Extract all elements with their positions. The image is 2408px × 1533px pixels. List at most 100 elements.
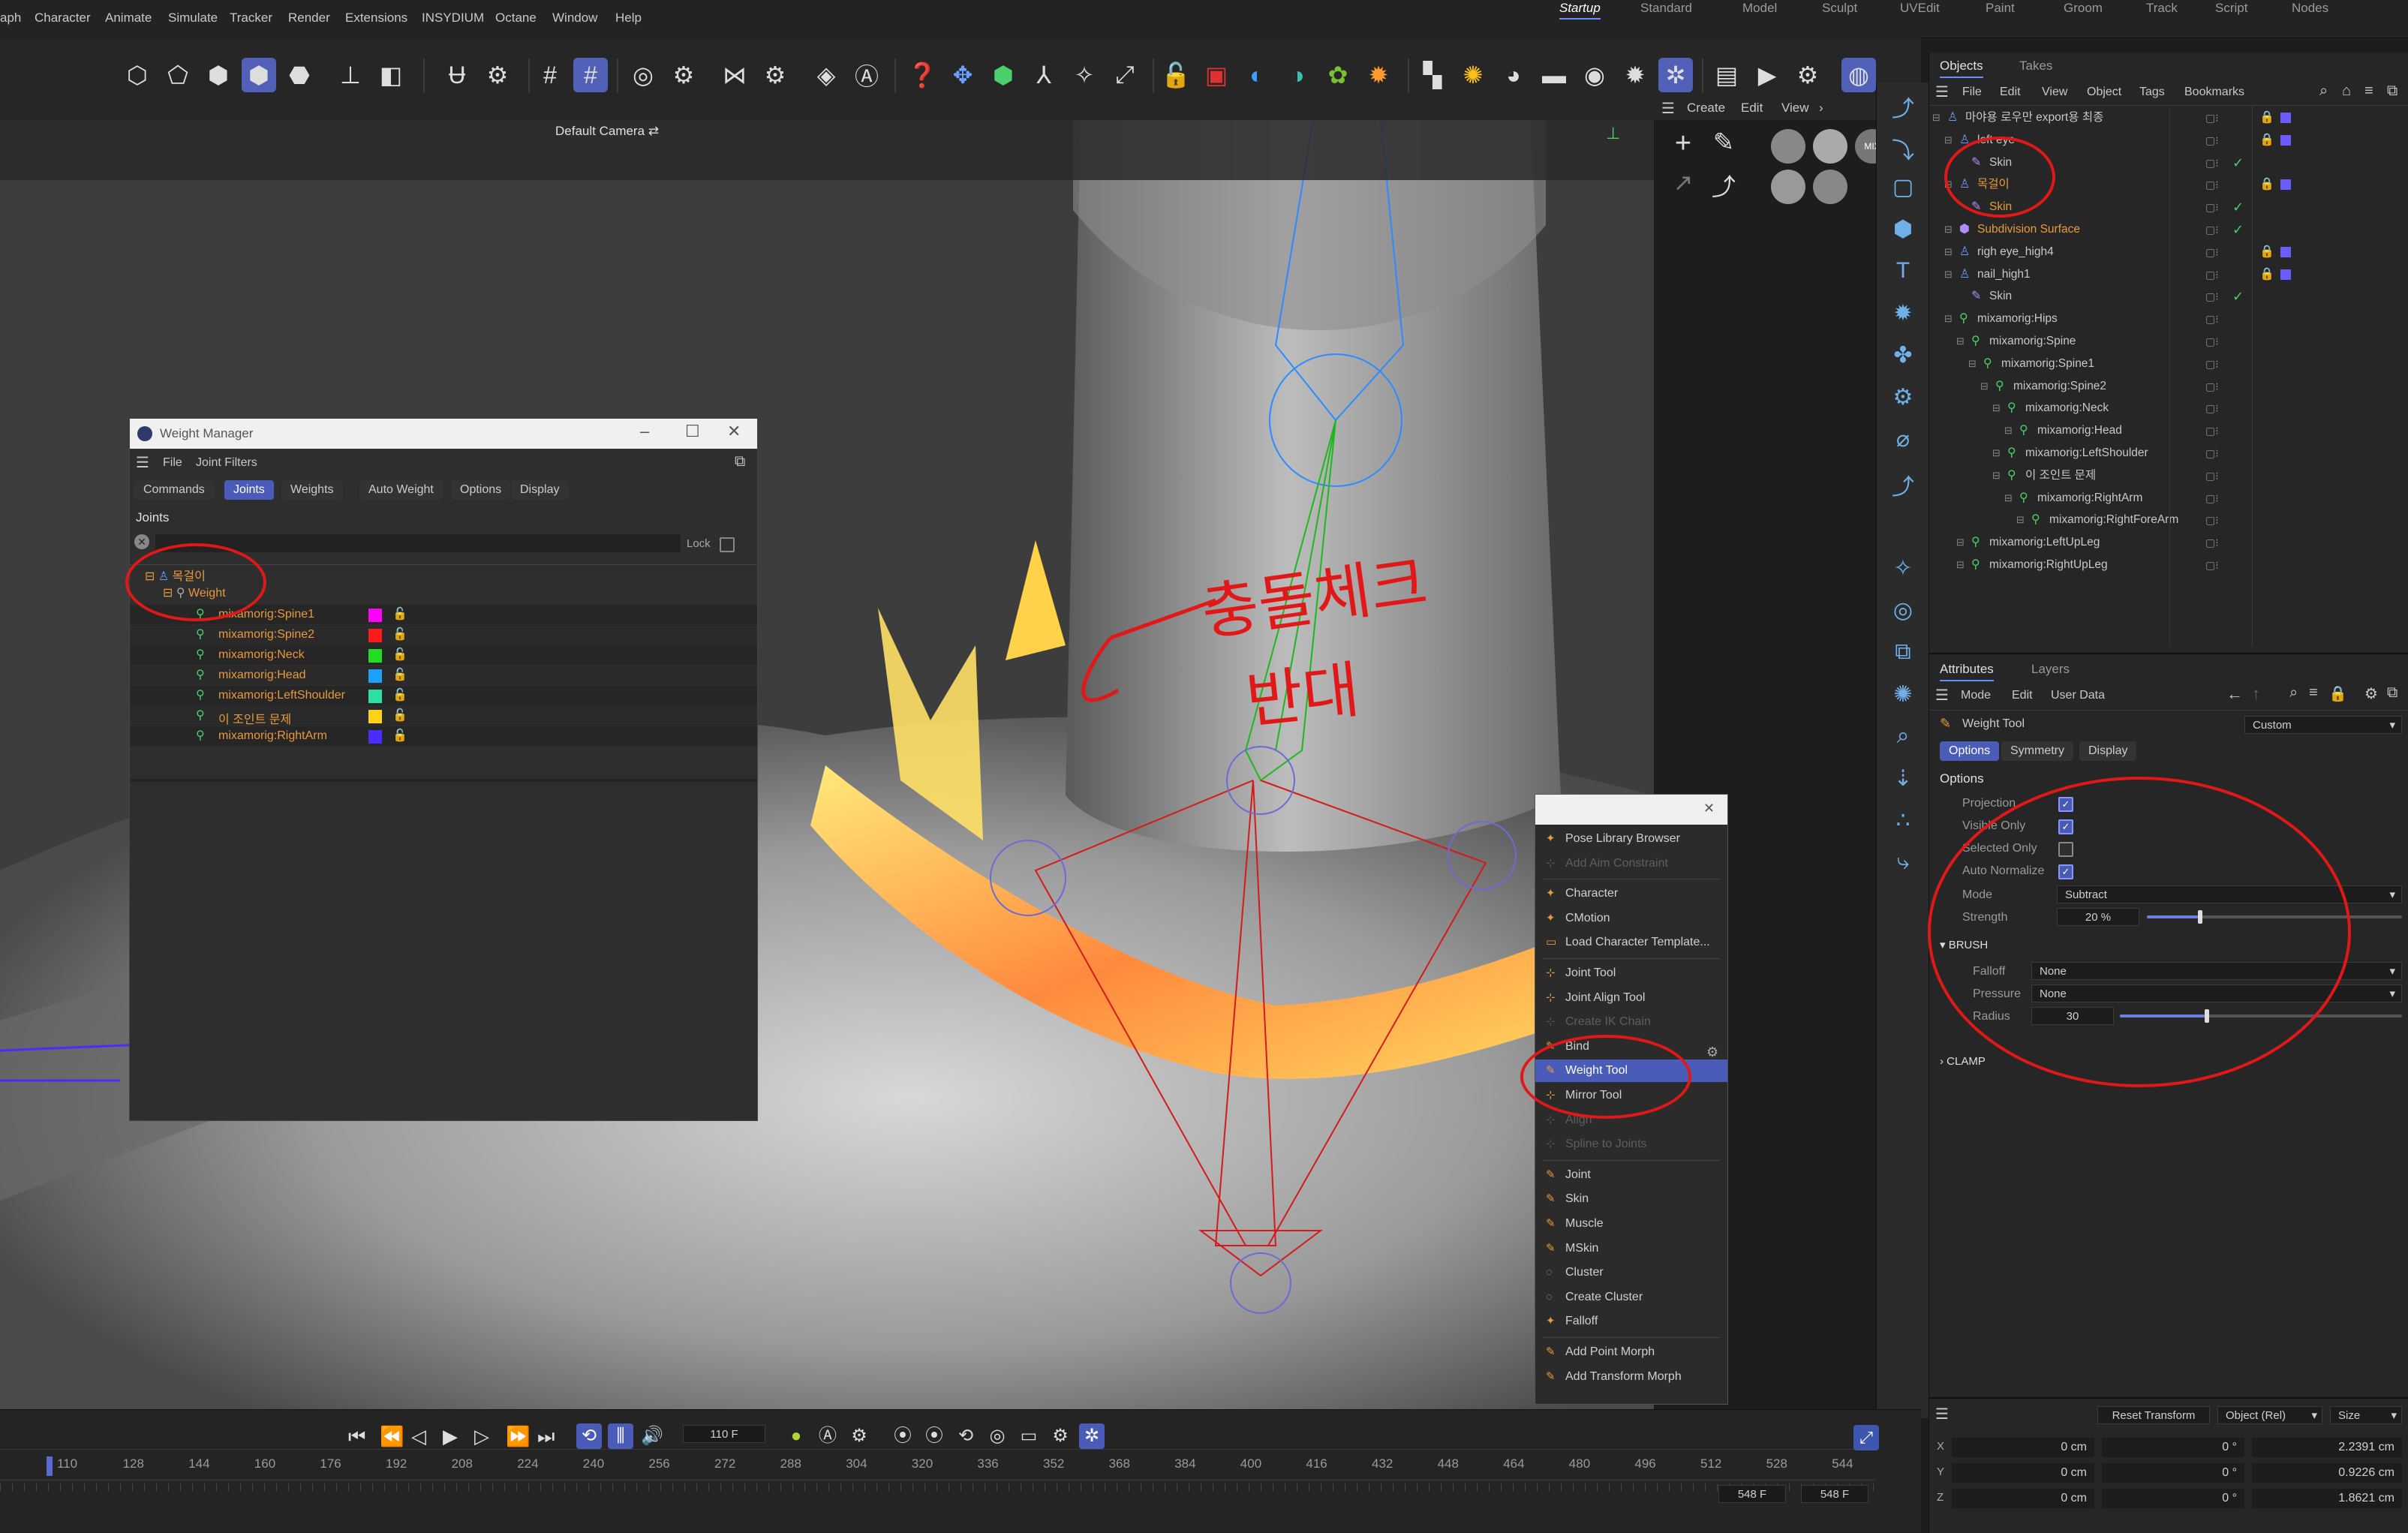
- visibility-toggle[interactable]: ▢⁝: [2205, 353, 2219, 375]
- undock-icon[interactable]: ⧉: [2387, 83, 2397, 100]
- object-mode-icon[interactable]: ⬢: [242, 58, 276, 92]
- polygon-mode-icon[interactable]: ⬢: [201, 58, 236, 92]
- material-tag-icon[interactable]: [2280, 269, 2291, 280]
- interactive-render-icon[interactable]: ◍: [1841, 58, 1876, 92]
- render-region-icon[interactable]: ▤: [1709, 58, 1744, 92]
- menu-item-cmotion[interactable]: ✦ CMotion: [1535, 907, 1727, 930]
- key-point-icon[interactable]: ⚙: [1048, 1423, 1073, 1449]
- object-mode-sidebar-icon[interactable]: ⬢: [1887, 216, 1919, 248]
- objects-menu-tags[interactable]: Tags: [2139, 86, 2165, 99]
- wm-menu-joint-filters[interactable]: Joint Filters: [196, 456, 257, 470]
- bend-icon[interactable]: ⅄: [1027, 58, 1061, 92]
- workplane-settings-icon[interactable]: ⚙: [666, 58, 701, 92]
- objects-menu-file[interactable]: File: [1962, 86, 1982, 99]
- add-icon[interactable]: +: [1663, 128, 1703, 168]
- expand-icon[interactable]: ⊟: [1968, 353, 1977, 375]
- camera-icon[interactable]: ▣: [1199, 58, 1234, 92]
- menu-item-mskin[interactable]: ✎ MSkin: [1535, 1237, 1727, 1260]
- object-row[interactable]: ⊟ ⬢ Subdivision Surface ▢⁝ ✓: [1929, 218, 2408, 241]
- edge-mode-icon[interactable]: ⬠: [161, 58, 195, 92]
- axis-icon[interactable]: ⊥: [333, 58, 368, 92]
- attr-menu-mode[interactable]: Mode: [1961, 689, 1991, 702]
- lock-icon[interactable]: 🔓: [392, 606, 407, 621]
- up-arrow-icon[interactable]: ↑: [2252, 684, 2260, 704]
- ik-icon[interactable]: ↗: [1663, 168, 1703, 209]
- enabled-check-icon[interactable]: ✓: [2232, 285, 2244, 308]
- visibility-toggle[interactable]: ▢⁝: [2205, 308, 2219, 330]
- spotlight-icon[interactable]: ◕: [1496, 58, 1531, 92]
- camera-sidebar-icon[interactable]: ⧉: [1887, 639, 1919, 671]
- scatter-icon[interactable]: ✧: [1067, 58, 1102, 92]
- position-field[interactable]: 0 cm: [1952, 1463, 2094, 1483]
- wm-tab-display[interactable]: Display: [511, 480, 569, 500]
- object-row[interactable]: ⊟ ⚲ mixamorig:Spine1 ▢⁝: [1929, 353, 2408, 375]
- object-row[interactable]: ⊟ ⚲ mixamorig:Spine2 ▢⁝: [1929, 375, 2408, 398]
- weight-paint-icon[interactable]: ✲: [1658, 58, 1693, 92]
- material-sphere-icon[interactable]: [1771, 129, 1805, 164]
- visibility-toggle[interactable]: ▢⁝: [2205, 285, 2219, 308]
- polygons-mode-icon[interactable]: ▢: [1887, 174, 1919, 206]
- visibility-toggle[interactable]: ▢⁝: [2205, 442, 2219, 464]
- enabled-check-icon[interactable]: ✓: [2232, 152, 2244, 174]
- uv-mode-icon[interactable]: ⬣: [282, 58, 317, 92]
- prev-key-icon[interactable]: ⏪: [380, 1425, 404, 1448]
- symmetry-icon[interactable]: ⋈: [717, 58, 752, 92]
- clear-search-icon[interactable]: ✕: [134, 534, 149, 549]
- menu-9[interactable]: Window: [552, 11, 597, 26]
- size-field[interactable]: 0.9226 cm: [2252, 1463, 2402, 1483]
- enabled-check-icon[interactable]: ✓: [2232, 218, 2244, 241]
- tab-layers[interactable]: Layers: [2031, 662, 2070, 677]
- key-pla-icon[interactable]: ▭: [1016, 1423, 1042, 1449]
- record-icon[interactable]: ●: [783, 1423, 809, 1449]
- wm-joint-row[interactable]: ⚲ mixamorig:LeftShoulder 🔓: [130, 686, 757, 705]
- wm-tab-auto-weight[interactable]: Auto Weight: [359, 480, 443, 500]
- points-mode-icon[interactable]: ⤴: [1887, 90, 1919, 122]
- light-sidebar-icon[interactable]: ✺: [1887, 681, 1919, 713]
- layout-tab-2[interactable]: Model: [1742, 0, 1777, 18]
- visibility-toggle[interactable]: ▢⁝: [2205, 397, 2219, 419]
- lock-icon[interactable]: 🔓: [392, 708, 407, 723]
- attr-search-icon[interactable]: ⌕: [2289, 684, 2298, 702]
- joint-color-swatch[interactable]: [368, 690, 382, 703]
- next-key-icon[interactable]: ⏩: [506, 1425, 530, 1448]
- attr-subtab-options[interactable]: Options: [1940, 741, 2000, 761]
- texture-sphere-icon[interactable]: [1771, 170, 1805, 204]
- wm-menu-file[interactable]: File: [163, 456, 182, 470]
- palette-menu-view[interactable]: View: [1781, 101, 1809, 116]
- gear-light-icon[interactable]: ✹: [1618, 58, 1652, 92]
- layout-tab-5[interactable]: Paint: [1986, 0, 2015, 18]
- protection-tag-icon[interactable]: 🔒: [2259, 107, 2274, 129]
- objects-menu-view[interactable]: View: [2042, 86, 2067, 99]
- move-icon[interactable]: ✥: [945, 58, 980, 92]
- lock-checkbox[interactable]: [720, 537, 735, 552]
- camera-label[interactable]: Default Camera ⇄: [555, 124, 659, 139]
- menu-7[interactable]: INSYDIUM: [422, 11, 484, 26]
- joint-color-swatch[interactable]: [368, 609, 382, 622]
- layout-tab-0[interactable]: Startup: [1559, 0, 1601, 20]
- rotation-field[interactable]: 0 °: [2102, 1463, 2244, 1483]
- key-rot-icon[interactable]: ⦿: [921, 1423, 947, 1449]
- grid-snap-icon[interactable]: #: [573, 58, 608, 92]
- end-frame-a[interactable]: 548 F: [1718, 1485, 1786, 1503]
- spline-icon[interactable]: ⌀: [1887, 426, 1919, 458]
- bind-settings-icon[interactable]: ⚙: [1706, 1045, 1718, 1060]
- wm-joint-row[interactable]: ⚲ mixamorig:Neck 🔓: [130, 645, 757, 665]
- material-tag-icon[interactable]: [2280, 246, 2291, 257]
- chevron-right-icon[interactable]: ›: [1819, 101, 1823, 116]
- attr-undock-icon[interactable]: ⧉: [2387, 684, 2397, 702]
- layout-tab-8[interactable]: Script: [2215, 0, 2247, 18]
- attr-menu-edit[interactable]: Edit: [2012, 689, 2033, 702]
- close-icon[interactable]: ✕: [727, 422, 741, 441]
- keyframe-mode-icon[interactable]: ⫼: [608, 1423, 633, 1449]
- position-field[interactable]: 0 cm: [1952, 1438, 2094, 1457]
- menu-item-muscle[interactable]: ✎ Muscle: [1535, 1213, 1727, 1235]
- object-row[interactable]: ⊟ ♙ 마야용 로우만 export용 최종 ▢⁝ 🔒: [1929, 107, 2408, 129]
- lock-icon[interactable]: 🔓: [392, 687, 407, 702]
- expand-icon[interactable]: ⊟: [2004, 419, 2013, 442]
- model-mode-icon[interactable]: ⬡: [120, 58, 155, 92]
- popup-close-icon[interactable]: ✕: [1703, 801, 1715, 816]
- joint-color-swatch[interactable]: [368, 710, 382, 723]
- menu-item-character[interactable]: ✦ Character: [1535, 882, 1727, 905]
- joint-chain-icon[interactable]: ⤴: [1703, 168, 1744, 209]
- reset-transform-button[interactable]: Reset Transform: [2097, 1406, 2210, 1424]
